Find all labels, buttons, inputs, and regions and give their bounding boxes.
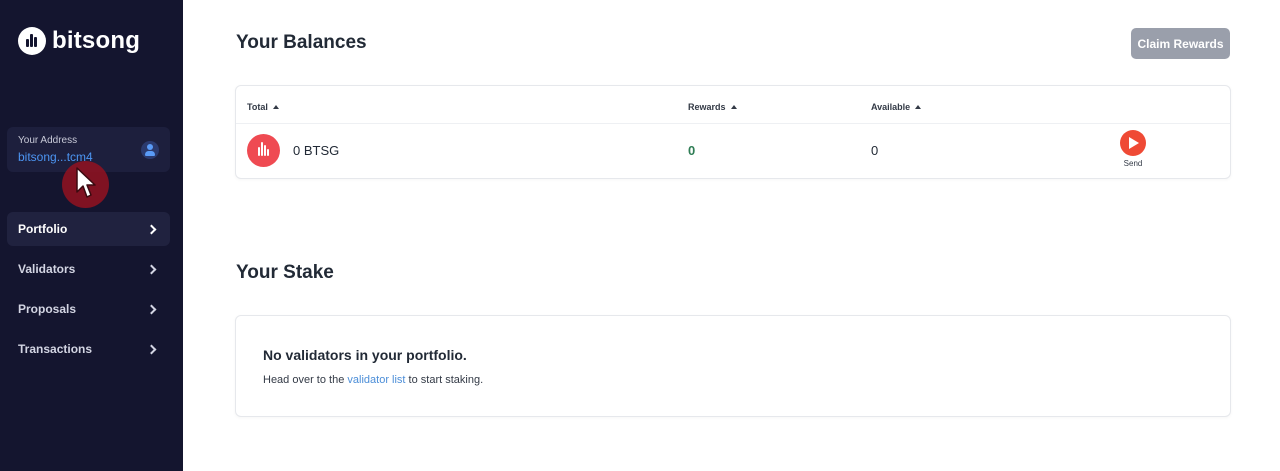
chevron-right-icon <box>146 264 157 274</box>
sidebar-item-label: Proposals <box>18 302 77 316</box>
column-header-total[interactable]: Total <box>247 102 279 112</box>
sort-up-icon <box>915 105 922 109</box>
address-label: Your Address <box>18 135 78 146</box>
sidebar-item-validators[interactable]: Validators <box>7 252 170 286</box>
column-header-rewards[interactable]: Rewards <box>688 102 737 112</box>
sidebar-item-label: Validators <box>18 262 76 276</box>
empty-state-text: Head over to the validator list to start… <box>263 374 483 386</box>
column-header-label: Total <box>247 102 268 112</box>
chevron-right-icon <box>146 224 157 234</box>
chevron-right-icon <box>146 304 157 314</box>
total-value: 0 BTSG <box>293 143 340 158</box>
balances-table: Total Rewards Available 0 BTSG 0 0 Send <box>235 85 1231 179</box>
send-arrow-icon <box>1129 137 1139 149</box>
sidebar-item-transactions[interactable]: Transactions <box>7 332 170 366</box>
btsg-token-icon <box>247 134 280 167</box>
rewards-value: 0 <box>688 143 696 158</box>
sidebar-item-proposals[interactable]: Proposals <box>7 292 170 326</box>
stake-empty-state: No validators in your portfolio. Head ov… <box>235 315 1231 417</box>
brand-name: bitsong <box>52 27 141 54</box>
send-button[interactable] <box>1120 130 1146 156</box>
account-icon[interactable] <box>141 141 159 159</box>
empty-text-suffix: to start staking. <box>408 374 484 386</box>
stake-title: Your Stake <box>236 262 334 283</box>
sort-up-icon <box>730 105 737 109</box>
divider <box>236 123 1230 124</box>
empty-text-prefix: Head over to the <box>263 374 345 386</box>
column-header-label: Rewards <box>688 102 726 112</box>
column-header-available[interactable]: Available <box>871 102 922 112</box>
sidebar: bitsong Your Address bitsong...tcm4 Port… <box>0 0 183 471</box>
empty-state-title: No validators in your portfolio. <box>263 347 467 363</box>
balances-title: Your Balances <box>236 32 367 53</box>
column-header-label: Available <box>871 102 911 112</box>
chevron-right-icon <box>146 344 157 354</box>
bitsong-logo-icon <box>18 27 46 55</box>
sidebar-item-portfolio[interactable]: Portfolio <box>7 212 170 246</box>
mouse-cursor-icon <box>62 161 109 208</box>
available-value: 0 <box>871 143 879 158</box>
send-label: Send <box>1123 159 1143 168</box>
validator-list-link[interactable]: validator list <box>347 374 405 386</box>
sort-up-icon <box>272 105 279 109</box>
brand-logo[interactable]: bitsong <box>18 27 140 55</box>
claim-rewards-button[interactable]: Claim Rewards <box>1131 28 1230 59</box>
sidebar-item-label: Transactions <box>18 342 93 356</box>
sidebar-item-label: Portfolio <box>18 222 68 236</box>
